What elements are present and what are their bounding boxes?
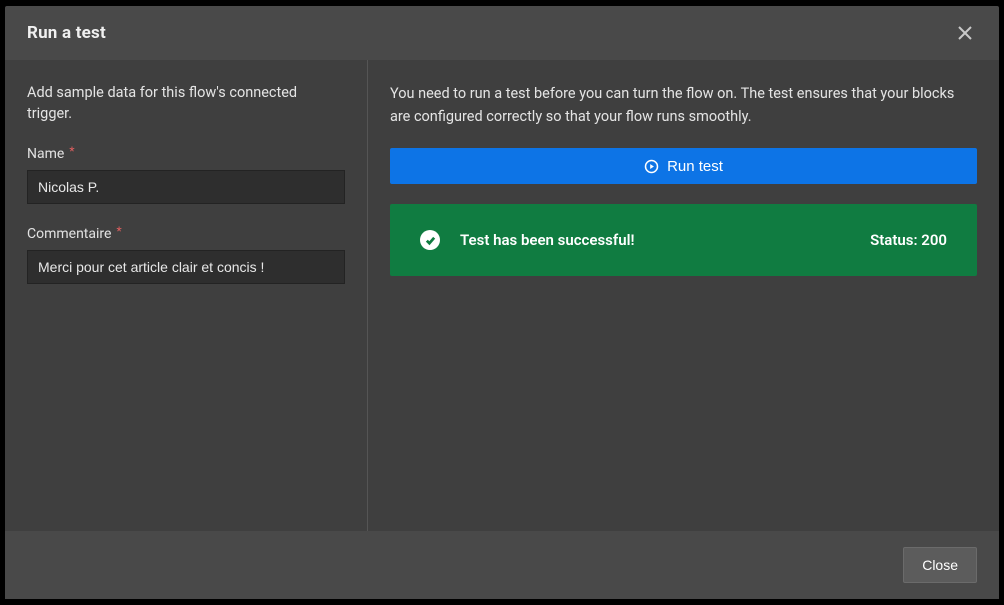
result-left: Test has been successful! [420, 230, 634, 250]
required-asterisk: * [69, 144, 74, 158]
right-pane: You need to run a test before you can tu… [368, 60, 999, 531]
field-comment-label-text: Commentaire [27, 226, 111, 242]
run-test-modal: Run a test Add sample data for this flow… [5, 6, 999, 599]
run-test-button-label: Run test [667, 158, 723, 175]
play-circle-icon [644, 159, 659, 174]
name-input[interactable] [27, 170, 345, 204]
field-comment: Commentaire * [27, 226, 345, 284]
modal-footer: Close [5, 531, 999, 599]
right-description: You need to run a test before you can tu… [390, 82, 977, 128]
left-pane: Add sample data for this flow's connecte… [5, 60, 368, 531]
result-status: Status: 200 [870, 231, 947, 249]
modal-header: Run a test [5, 6, 999, 60]
modal-body: Add sample data for this flow's connecte… [5, 60, 999, 531]
field-name-label-text: Name [27, 146, 64, 162]
run-test-button[interactable]: Run test [390, 148, 977, 184]
test-result-banner: Test has been successful! Status: 200 [390, 204, 977, 276]
field-name-label: Name * [27, 146, 345, 162]
field-name: Name * [27, 146, 345, 204]
modal-title: Run a test [27, 23, 106, 43]
result-message: Test has been successful! [460, 231, 634, 249]
close-button[interactable]: Close [903, 547, 977, 583]
close-icon[interactable] [953, 21, 977, 45]
required-asterisk: * [116, 224, 121, 238]
comment-input[interactable] [27, 250, 345, 284]
check-circle-icon [420, 230, 440, 250]
field-comment-label: Commentaire * [27, 226, 345, 242]
left-description: Add sample data for this flow's connecte… [27, 82, 345, 124]
